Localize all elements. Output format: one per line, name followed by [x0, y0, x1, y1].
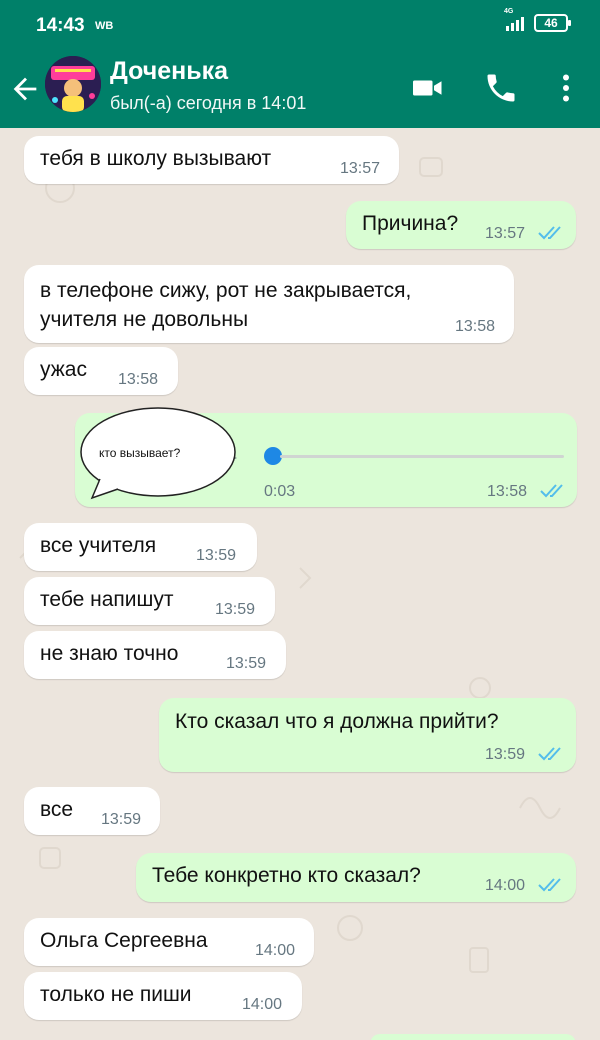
message-time: 13:59	[226, 655, 267, 672]
battery-level: 46	[544, 16, 558, 30]
message-time: 14:00	[485, 877, 526, 894]
message-time: 14:00	[242, 996, 283, 1013]
outgoing-message-partial[interactable]	[370, 1034, 576, 1040]
message-text: не знаю точно	[40, 642, 179, 665]
message-text: тебя в школу вызывают	[40, 147, 272, 170]
message-text: Ольга Сергеевна	[40, 929, 208, 952]
incoming-message[interactable]: все 13:59	[24, 787, 160, 835]
message-text: тебе напишут	[40, 588, 174, 611]
incoming-message[interactable]: в телефоне сижу, рот не закрывается, учи…	[24, 265, 514, 343]
read-receipt-icon	[538, 747, 561, 761]
read-receipt-icon	[540, 484, 563, 498]
voice-duration: 0:03	[264, 483, 296, 500]
read-receipt-icon	[538, 878, 561, 892]
incoming-message[interactable]: тебе напишут 13:59	[24, 577, 275, 625]
battery-icon: 46	[534, 14, 571, 32]
back-arrow-icon[interactable]	[8, 72, 42, 106]
message-text: Тебе конкретно кто сказал?	[152, 864, 421, 887]
overlay-label: кто вызывает?	[99, 446, 181, 460]
message-time: 13:59	[215, 601, 256, 618]
incoming-message[interactable]: не знаю точно 13:59	[24, 631, 286, 679]
message-time: 13:57	[340, 160, 381, 177]
outgoing-message[interactable]: Причина? 13:57	[346, 201, 576, 249]
message-time: 13:59	[485, 746, 526, 763]
incoming-message[interactable]: ужас 13:58	[24, 347, 178, 395]
status-time: 14:43	[36, 15, 85, 36]
contact-avatar[interactable]	[45, 56, 101, 112]
message-time: 13:58	[455, 318, 496, 335]
message-text: Причина?	[362, 212, 459, 235]
contact-name[interactable]: Доченька	[110, 57, 228, 86]
more-options-icon[interactable]	[548, 70, 584, 106]
message-text: Кто сказал что я должна прийти?	[175, 710, 499, 733]
status-bar: 14:43 WB 4G 46	[0, 0, 600, 52]
last-seen-status: был(-а) сегодня в 14:01	[110, 93, 307, 113]
incoming-message[interactable]: только не пиши 14:00	[24, 972, 302, 1020]
outgoing-message[interactable]: Тебе конкретно кто сказал? 14:00	[136, 853, 576, 902]
incoming-message[interactable]: Ольга Сергеевна 14:00	[24, 918, 314, 966]
incoming-message[interactable]: все учителя 13:59	[24, 523, 257, 571]
message-time: 13:58	[487, 483, 528, 500]
message-time: 14:00	[255, 942, 296, 959]
signal-icon: 4G	[504, 8, 524, 31]
message-time: 13:58	[118, 371, 159, 388]
message-time: 13:59	[101, 811, 142, 828]
message-list[interactable]: тебя в школу вызывают 13:57 Причина? 13:…	[0, 128, 600, 1040]
message-text: только не пиши	[40, 983, 192, 1006]
message-text: все учителя	[40, 534, 157, 557]
status-carrier: WB	[95, 20, 114, 32]
voice-call-icon[interactable]	[483, 70, 519, 106]
message-text: в телефоне сижу, рот не закрывается, учи…	[40, 279, 412, 331]
message-time: 13:57	[485, 225, 526, 242]
chat-header: Доченька был(-а) сегодня в 14:01	[0, 52, 600, 128]
outgoing-message[interactable]: Кто сказал что я должна прийти? 13:59	[159, 698, 576, 772]
network-type: 4G	[504, 8, 514, 15]
message-text: ужас	[40, 358, 87, 381]
message-time: 13:59	[196, 547, 237, 564]
incoming-message[interactable]: тебя в школу вызывают 13:57	[24, 136, 399, 184]
video-call-icon[interactable]	[410, 70, 446, 106]
voice-waveform[interactable]	[280, 455, 564, 458]
message-text: все	[40, 798, 74, 821]
read-receipt-icon	[538, 226, 561, 240]
